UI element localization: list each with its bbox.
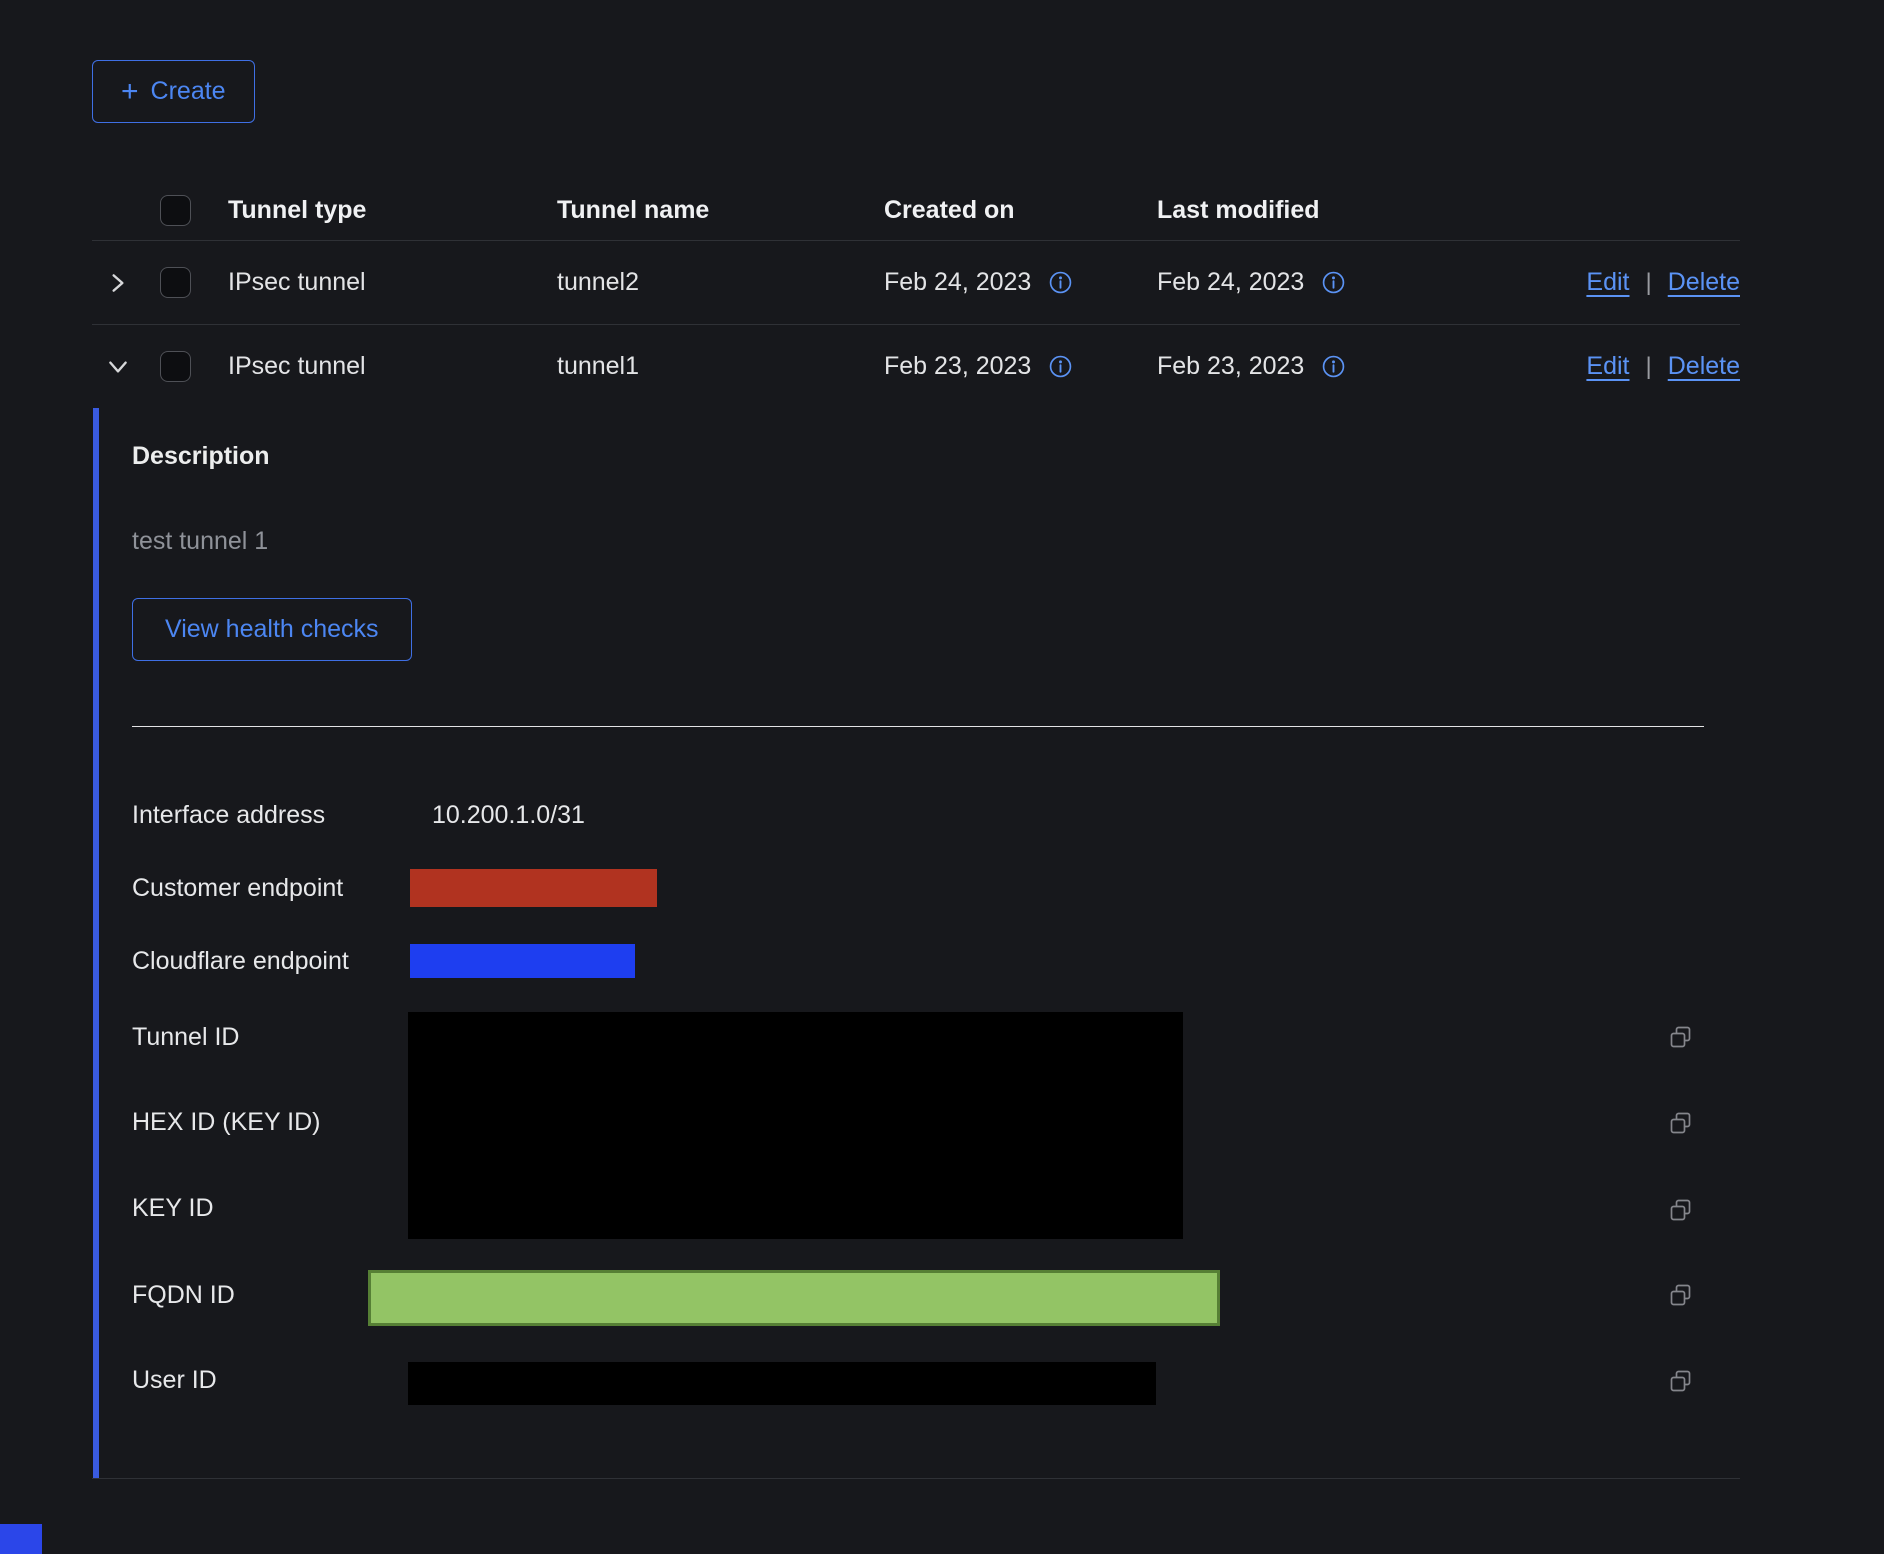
select-all-checkbox[interactable] — [160, 195, 191, 226]
action-separator: | — [1646, 269, 1652, 297]
edit-link[interactable]: Edit — [1586, 268, 1629, 297]
create-button-label: Create — [151, 77, 226, 106]
info-icon[interactable] — [1049, 271, 1072, 294]
created-on-value: Feb 23, 2023 — [884, 352, 1031, 381]
tunnels-page: + Create Tunnel type Tunnel name Created… — [0, 0, 1884, 1554]
info-icon[interactable] — [1322, 355, 1345, 378]
last-modified-value: Feb 23, 2023 — [1157, 352, 1304, 381]
expand-chevron-right-icon[interactable] — [96, 241, 140, 324]
header-created-on: Created on — [884, 180, 1015, 240]
hex-id-label: HEX ID (KEY ID) — [132, 1107, 320, 1137]
user-id-label: User ID — [132, 1365, 217, 1395]
info-icon[interactable] — [1322, 271, 1345, 294]
tunnel-type-cell: IPsec tunnel — [228, 241, 366, 324]
plus-icon: + — [121, 77, 139, 107]
cloudflare-endpoint-redacted-value — [410, 944, 635, 978]
create-button[interactable]: + Create — [92, 60, 255, 123]
delete-link[interactable]: Delete — [1668, 352, 1740, 381]
detail-divider — [132, 726, 1704, 727]
info-icon[interactable] — [1049, 355, 1072, 378]
copy-key-id-icon[interactable] — [1668, 1198, 1694, 1224]
tunnel-id-label: Tunnel ID — [132, 1022, 239, 1052]
tunnel-name-cell: tunnel2 — [557, 241, 639, 324]
row-checkbox[interactable] — [160, 267, 191, 298]
created-on-value: Feb 24, 2023 — [884, 268, 1031, 297]
last-modified-value: Feb 24, 2023 — [1157, 268, 1304, 297]
tunnel-name-cell: tunnel1 — [557, 325, 639, 408]
description-value: test tunnel 1 — [132, 527, 268, 556]
copy-hex-id-icon[interactable] — [1668, 1111, 1694, 1137]
panel-bottom-divider — [92, 1478, 1740, 1479]
interface-address-label: Interface address — [132, 800, 325, 830]
user-id-redacted-value — [408, 1362, 1156, 1405]
view-health-checks-button[interactable]: View health checks — [132, 598, 412, 661]
delete-link[interactable]: Delete — [1668, 268, 1740, 297]
tunnel-type-cell: IPsec tunnel — [228, 325, 366, 408]
copy-user-id-icon[interactable] — [1668, 1369, 1694, 1395]
header-last-modified: Last modified — [1157, 180, 1320, 240]
row-checkbox[interactable] — [160, 351, 191, 382]
cloudflare-endpoint-label: Cloudflare endpoint — [132, 946, 349, 976]
edit-link[interactable]: Edit — [1586, 352, 1629, 381]
expanded-row-indicator-bar — [93, 408, 99, 1478]
key-id-label: KEY ID — [132, 1193, 214, 1223]
copy-tunnel-id-icon[interactable] — [1668, 1025, 1694, 1051]
ids-redacted-block — [408, 1012, 1183, 1239]
bottom-left-scroll-indicator — [0, 1524, 42, 1554]
customer-endpoint-label: Customer endpoint — [132, 873, 343, 903]
collapse-chevron-down-icon[interactable] — [96, 325, 140, 408]
header-tunnel-type: Tunnel type — [228, 180, 366, 240]
action-separator: | — [1646, 353, 1652, 381]
customer-endpoint-redacted-value — [410, 869, 657, 907]
description-label: Description — [132, 442, 270, 471]
fqdn-id-redacted-value — [368, 1270, 1220, 1326]
copy-fqdn-id-icon[interactable] — [1668, 1283, 1694, 1309]
fqdn-id-label: FQDN ID — [132, 1280, 235, 1310]
header-tunnel-name: Tunnel name — [557, 180, 709, 240]
view-health-checks-label: View health checks — [165, 615, 379, 644]
interface-address-value: 10.200.1.0/31 — [432, 800, 585, 830]
